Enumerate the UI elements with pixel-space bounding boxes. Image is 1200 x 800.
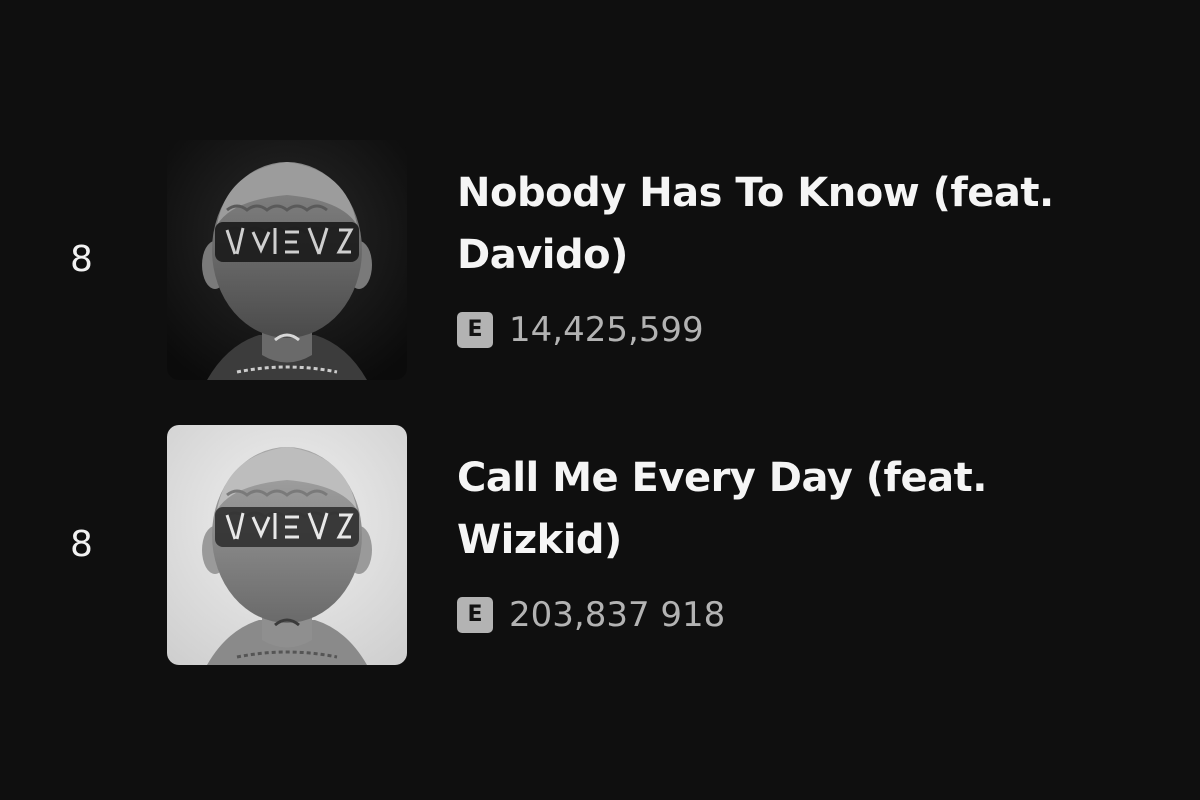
play-count: 14,425,599 — [509, 310, 704, 350]
play-count: 203,837 918 — [509, 595, 726, 635]
album-cover-image[interactable] — [167, 425, 407, 665]
track-title[interactable]: Nobody Has To Know (feat. Davido) — [457, 162, 1097, 286]
album-cover-back-of-head-tattoo-icon — [167, 140, 407, 380]
explicit-badge: E — [457, 597, 493, 633]
track-meta: E 203,837 918 — [457, 595, 725, 635]
track-row[interactable]: 8 — [0, 140, 1200, 380]
album-cover-image[interactable] — [167, 140, 407, 380]
track-list: 8 Nobody Has To Know (feat. Davido) E 14… — [0, 0, 1200, 800]
explicit-badge: E — [457, 312, 493, 348]
album-cover-back-of-head-tattoo-icon — [167, 425, 407, 665]
track-row[interactable]: 8 — [0, 425, 1200, 665]
track-number: 8 — [70, 239, 93, 280]
track-title[interactable]: Call Me Every Day (feat. Wizkid) — [457, 447, 1097, 571]
track-meta: E 14,425,599 — [457, 310, 704, 350]
track-number: 8 — [70, 524, 93, 565]
